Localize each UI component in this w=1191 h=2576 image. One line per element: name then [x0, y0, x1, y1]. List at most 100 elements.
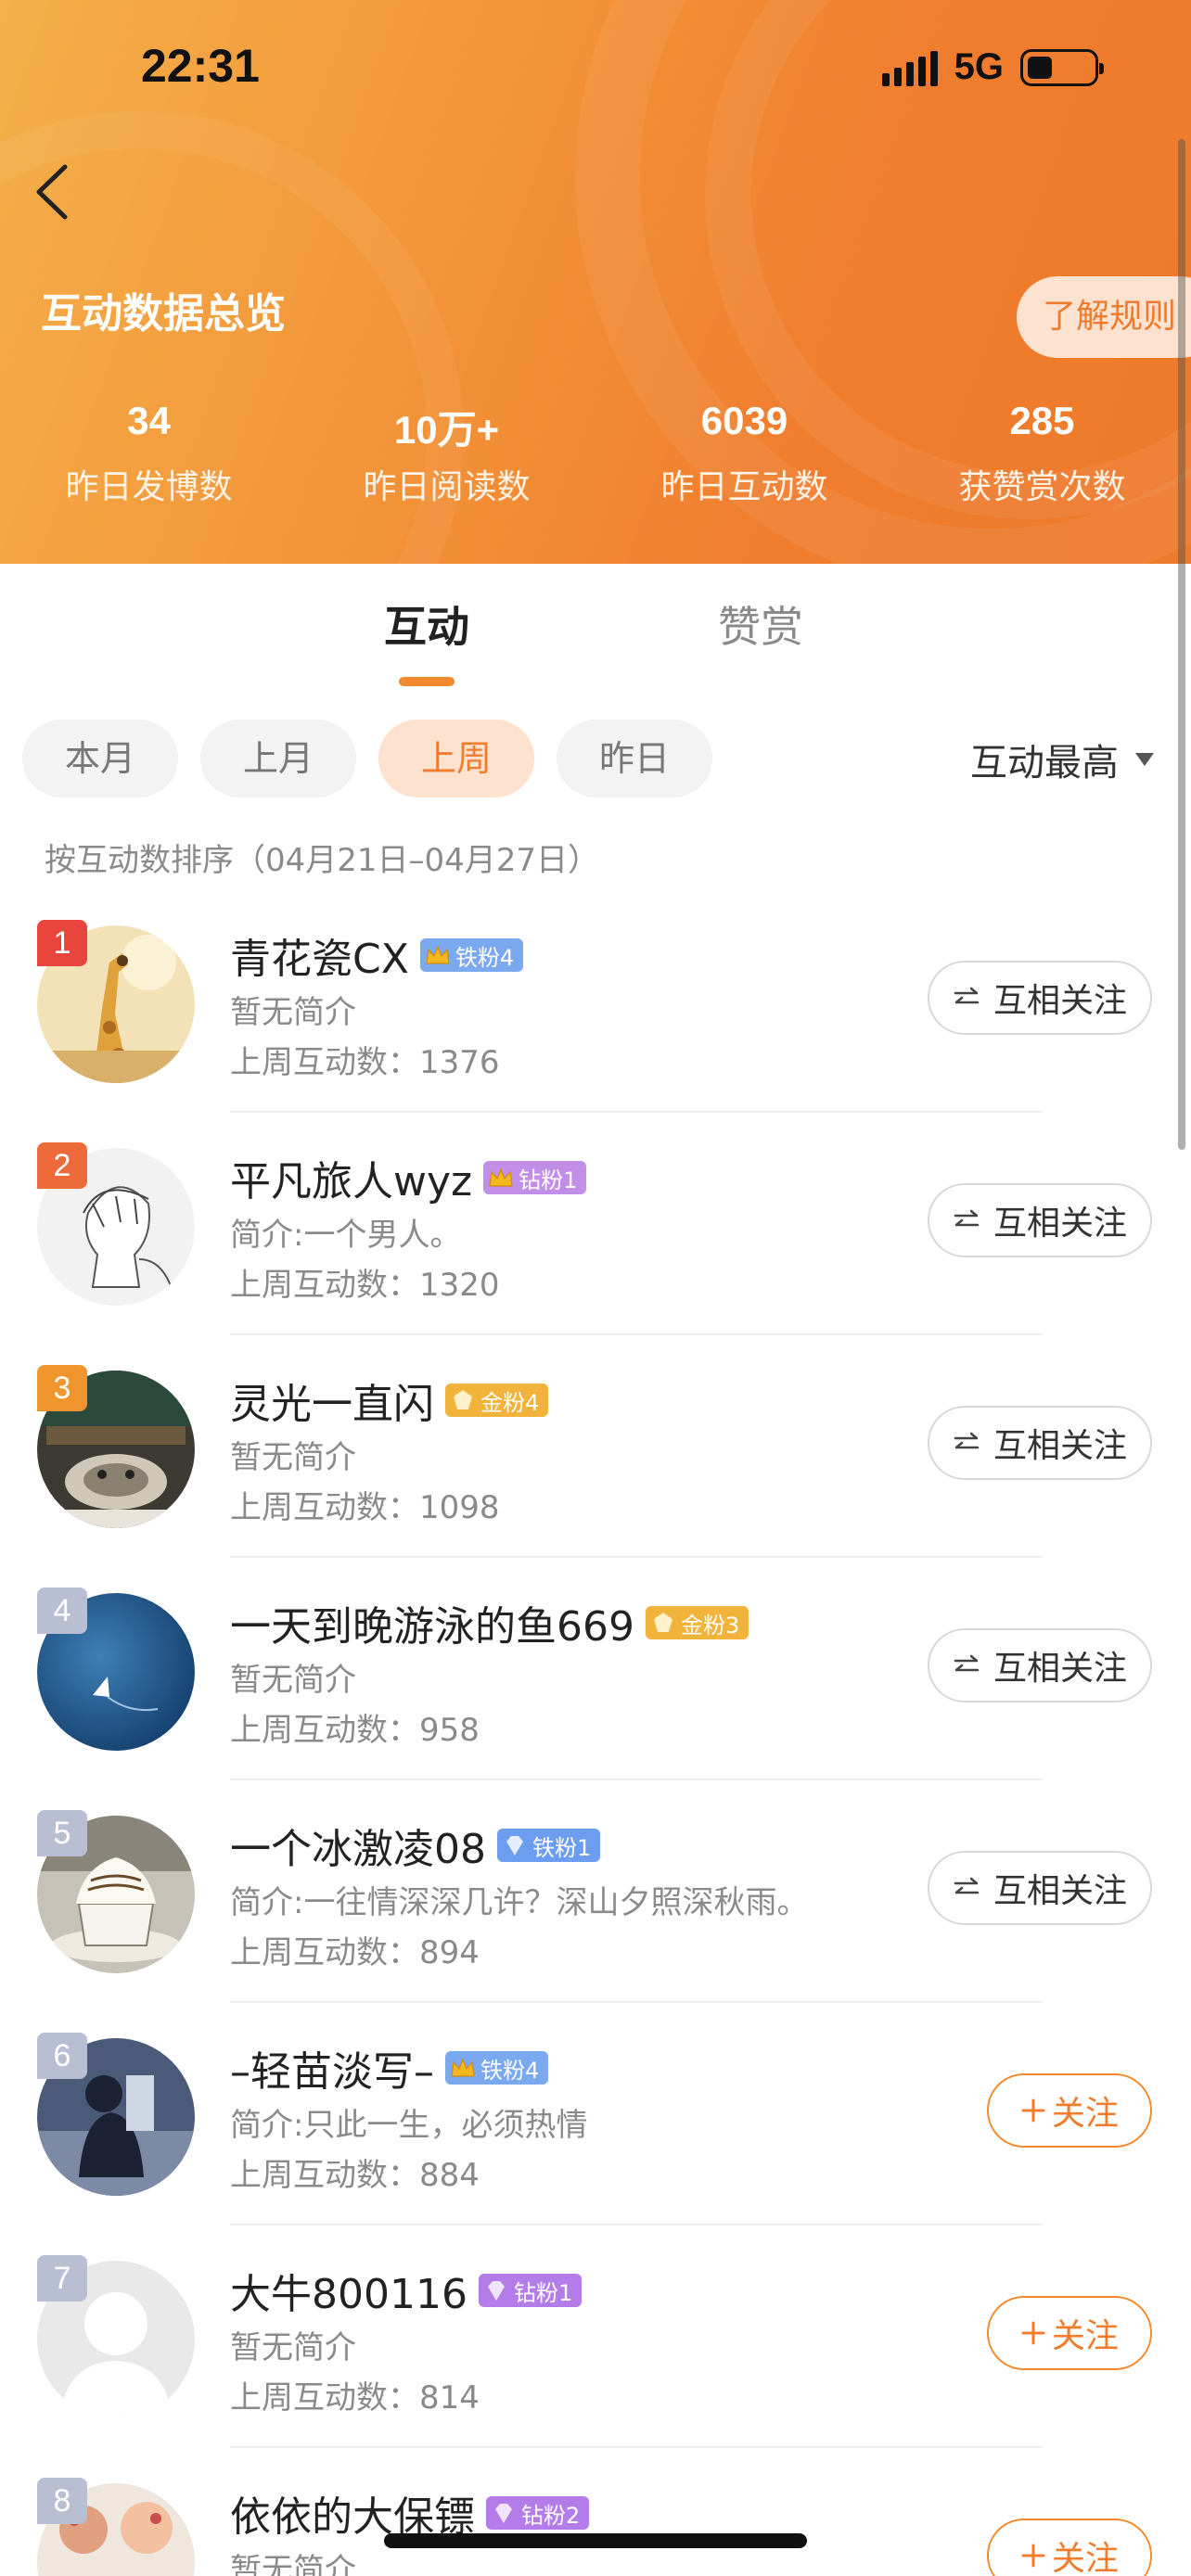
mutual-follow-button[interactable]: 互相关注 — [928, 1183, 1152, 1257]
mutual-follow-button[interactable]: 互相关注 — [928, 961, 1152, 1035]
button-label: 互相关注 — [992, 1427, 1127, 1465]
name-line: 青花瓷CX 铁粉4 — [230, 925, 524, 985]
user-name[interactable]: 大牛800116 — [230, 2261, 467, 2320]
user-name[interactable]: 一个冰激凌08 — [230, 1816, 486, 1875]
plus-icon — [1021, 2098, 1045, 2123]
stat-rewards: 285 获赞赏次数 — [893, 399, 1191, 508]
diamond-icon — [506, 1836, 523, 1855]
fan-level-badge: 钻粉1 — [478, 2274, 583, 2307]
list-item[interactable]: 4 一天到晚游泳的鱼669 金粉3 暂无简介 上周互动数：958 互相关注 — [0, 1558, 1191, 1780]
stat-value: 34 — [127, 399, 171, 442]
list-item[interactable]: 1 青花瓷CX 铁粉4 暂无简介 上周互动数：1376 互相关注 — [0, 890, 1191, 1113]
active-tab-indicator — [399, 677, 455, 686]
badge-label: 钻粉1 — [519, 1167, 578, 1193]
stat-label: 昨日发博数 — [65, 468, 233, 506]
home-indicator[interactable] — [384, 2533, 807, 2548]
mutual-follow-button[interactable]: 互相关注 — [928, 1851, 1152, 1925]
follow-button[interactable]: 关注 — [987, 2519, 1152, 2576]
button-label: 互相关注 — [992, 1872, 1127, 1910]
filter-last-month[interactable]: 上月 — [200, 720, 356, 797]
user-name[interactable]: –轻苗淡写– — [230, 2038, 434, 2098]
diamond-icon — [487, 2281, 505, 2301]
fan-level-badge: 金粉4 — [445, 1384, 549, 1417]
fan-level-badge: 铁粉4 — [419, 938, 524, 972]
stat-value: 10万+ — [393, 408, 500, 452]
signal-icon — [881, 49, 938, 86]
fan-level-badge: 铁粉4 — [445, 2051, 549, 2085]
mutual-follow-button[interactable]: 互相关注 — [928, 1628, 1152, 1702]
rules-button[interactable]: 了解规则 — [1017, 276, 1191, 358]
gold-gem-icon — [454, 1390, 472, 1409]
tab-bar: 互动 赞赏 — [0, 593, 1191, 686]
filter-yesterday[interactable]: 昨日 — [557, 720, 712, 797]
status-icons: 5G — [881, 46, 1104, 88]
interaction-count: 上周互动数：884 — [230, 2157, 480, 2194]
crown-icon — [426, 945, 450, 964]
sort-dropdown[interactable]: 互动最高 — [970, 733, 1154, 786]
button-label: 关注 — [1051, 2317, 1119, 2355]
button-label: 关注 — [1051, 2095, 1119, 2133]
list-item[interactable]: 7 大牛800116 钻粉1 暂无简介 上周互动数：814 关注 — [0, 2225, 1191, 2448]
user-name[interactable]: 灵光一直闪 — [230, 1371, 434, 1430]
back-arrow-icon[interactable] — [30, 159, 76, 224]
sort-label: 互动最高 — [970, 742, 1119, 784]
interaction-overview-page: 22:31 5G 互动数据总览 了解规则 34 昨日发博数 10万+ 昨日阅读数… — [0, 0, 1191, 2576]
list-item[interactable]: 2 平凡旅人wyz 钻粉1 简介:一个男人。 上周互动数：1320 互相关注 — [0, 1113, 1191, 1335]
user-name[interactable]: 平凡旅人wyz — [230, 1148, 472, 1207]
tab-interaction[interactable]: 互动 — [384, 593, 469, 655]
name-line: 灵光一直闪 金粉4 — [230, 1371, 549, 1430]
user-name[interactable]: 青花瓷CX — [230, 925, 409, 985]
interaction-count: 上周互动数：1098 — [230, 1489, 500, 1526]
button-label: 关注 — [1051, 2540, 1119, 2576]
stat-reads: 10万+ 昨日阅读数 — [298, 399, 596, 508]
user-bio: 暂无简介 — [230, 1439, 356, 1476]
swap-arrows-icon — [954, 1432, 980, 1449]
stat-label: 昨日阅读数 — [363, 468, 531, 506]
swap-arrows-icon — [954, 1654, 980, 1672]
scrollbar[interactable] — [1178, 139, 1185, 1150]
stat-posts: 34 昨日发博数 — [0, 399, 298, 508]
gold-gem-icon — [653, 1613, 672, 1632]
name-line: 大牛800116 钻粉1 — [230, 2261, 583, 2320]
crown-icon — [451, 2058, 475, 2077]
user-list: 1 青花瓷CX 铁粉4 暂无简介 上周互动数：1376 互相关注 2 平凡旅人wyz 钻粉1 简介… — [0, 890, 1191, 2576]
period-filters: 本月 上月 上周 昨日 — [22, 720, 712, 797]
stat-label: 昨日互动数 — [660, 468, 828, 506]
swap-arrows-icon — [954, 987, 980, 1004]
interaction-count: 上周互动数：958 — [230, 1712, 480, 1749]
name-line: 一个冰激凌08 铁粉1 — [230, 1816, 601, 1875]
list-item[interactable]: 3 灵光一直闪 金粉4 暂无简介 上周互动数：1098 互相关注 — [0, 1335, 1191, 1558]
button-label: 互相关注 — [992, 982, 1127, 1020]
follow-button[interactable]: 关注 — [987, 2073, 1152, 2148]
page-title: 互动数据总览 — [41, 290, 286, 338]
badge-label: 钻粉2 — [521, 2502, 581, 2529]
user-bio: 简介:只此一生，必须热情 — [230, 2107, 588, 2144]
swap-arrows-icon — [954, 1877, 980, 1894]
list-item[interactable]: 8 依依的大保镖 钻粉2 暂无简介 关注 — [0, 2448, 1191, 2576]
stats-row: 34 昨日发博数 10万+ 昨日阅读数 6039 昨日互动数 285 获赞赏次数 — [0, 399, 1191, 508]
mutual-follow-button[interactable]: 互相关注 — [928, 1406, 1152, 1480]
rank-badge: 8 — [37, 2478, 87, 2524]
rank-badge: 5 — [37, 1810, 87, 1856]
list-item[interactable]: 6 –轻苗淡写– 铁粉4 简介:只此一生，必须热情 上周互动数：884 关注 — [0, 2003, 1191, 2225]
button-label: 互相关注 — [992, 1650, 1127, 1688]
filter-this-month[interactable]: 本月 — [22, 720, 178, 797]
status-time: 22:31 — [141, 40, 260, 92]
list-item[interactable]: 5 一个冰激凌08 铁粉1 简介:一往情深深几许？深山夕照深秋雨。 上周互动数：894 互… — [0, 1780, 1191, 2003]
fan-level-badge: 钻粉2 — [486, 2496, 590, 2530]
interaction-count: 上周互动数：1320 — [230, 1267, 500, 1304]
badge-label: 铁粉4 — [480, 2057, 540, 2084]
tab-reward[interactable]: 赞赏 — [718, 593, 803, 655]
name-line: –轻苗淡写– 铁粉4 — [230, 2038, 549, 2098]
filter-last-week[interactable]: 上周 — [378, 720, 534, 797]
user-name[interactable]: 一天到晚游泳的鱼669 — [230, 1593, 634, 1652]
battery-icon — [1020, 48, 1104, 86]
fan-level-badge: 钻粉1 — [483, 1161, 587, 1194]
follow-button[interactable]: 关注 — [987, 2296, 1152, 2370]
user-bio: 暂无简介 — [230, 1662, 356, 1699]
badge-label: 钻粉1 — [513, 2279, 573, 2306]
user-bio: 简介:一个男人。 — [230, 1217, 462, 1254]
badge-label: 金粉4 — [480, 1389, 540, 1416]
fan-level-badge: 铁粉1 — [497, 1829, 601, 1862]
user-bio: 暂无简介 — [230, 2329, 356, 2366]
